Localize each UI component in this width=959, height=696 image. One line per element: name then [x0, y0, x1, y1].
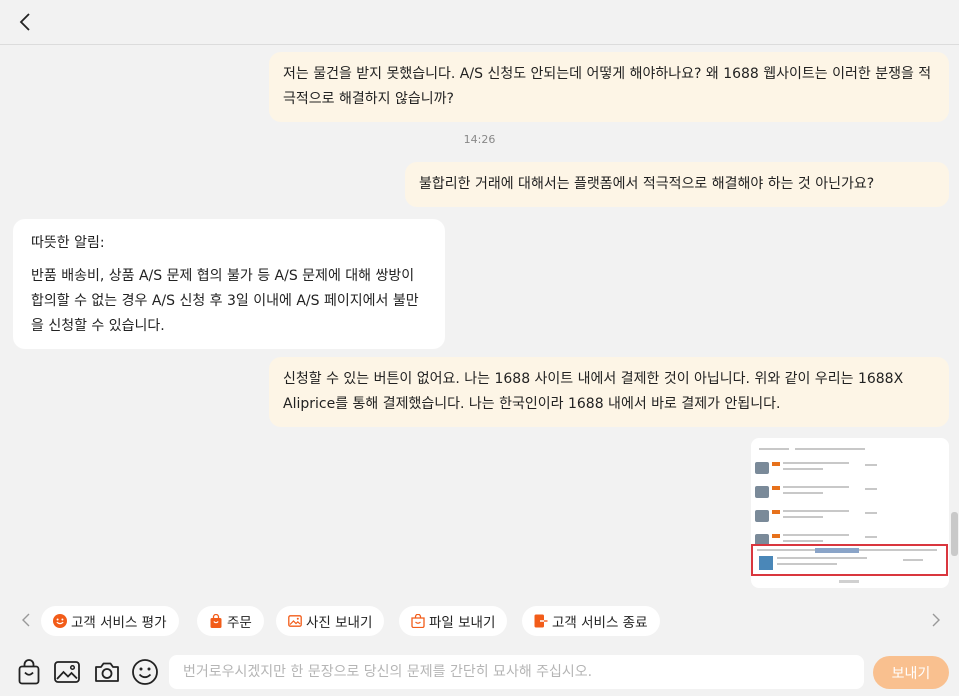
message-bubble-sent: 불합리한 거래에 대해서는 플랫폼에서 적극적으로 해결해야 하는 것 아닌가요… — [405, 162, 949, 207]
shopping-bag-icon — [209, 614, 223, 628]
order-button[interactable]: 주문 — [197, 606, 264, 636]
image-icon — [54, 661, 80, 683]
smile-icon — [53, 614, 67, 628]
message-text: 반품 배송비, 상품 A/S 문제 협의 불가 등 A/S 문제에 대해 쌍방이… — [31, 268, 419, 334]
chip-label: 사진 보내기 — [306, 615, 373, 631]
composer-bar: 보내기 — [0, 648, 959, 696]
message-title: 따뜻한 알림: — [31, 235, 105, 251]
chat-scrollbar[interactable] — [951, 512, 958, 556]
folder-icon — [411, 614, 425, 628]
chip-label: 고객 서비스 종료 — [552, 615, 648, 631]
message-timestamp: 14:26 — [463, 133, 496, 146]
send-button[interactable]: 보내기 — [873, 656, 949, 689]
top-bar — [0, 0, 959, 45]
chevron-left-icon — [19, 13, 30, 31]
back-button[interactable] — [12, 8, 38, 36]
bag-icon — [18, 659, 40, 685]
image-icon — [288, 614, 302, 628]
message-bubble-received: 따뜻한 알림: 반품 배송비, 상품 A/S 문제 협의 불가 등 A/S 문제… — [13, 219, 445, 349]
chevron-right-icon — [932, 613, 940, 627]
send-photo-button[interactable]: 사진 보내기 — [276, 606, 385, 636]
chip-label: 파일 보내기 — [429, 615, 496, 631]
emoji-icon — [132, 659, 158, 685]
message-input[interactable] — [169, 655, 864, 689]
emoji-tool-button[interactable] — [130, 657, 160, 687]
image-message[interactable] — [751, 438, 949, 588]
order-tool-button[interactable] — [14, 657, 44, 687]
message-text: 불합리한 거래에 대해서는 플랫폼에서 적극적으로 해결해야 하는 것 아닌가요… — [419, 176, 875, 192]
quick-actions-prev-button[interactable] — [16, 608, 36, 632]
send-file-button[interactable]: 파일 보내기 — [399, 606, 508, 636]
camera-icon — [95, 662, 119, 682]
end-service-button[interactable]: 고객 서비스 종료 — [522, 606, 660, 636]
chip-label: 주문 — [227, 615, 252, 631]
chevron-left-icon — [22, 613, 30, 627]
image-tool-button[interactable] — [52, 657, 82, 687]
quick-action-bar: 고객 서비스 평가 주문 사진 보내기 파일 보내기 고객 서비스 종료 — [0, 596, 959, 648]
message-bubble-sent: 저는 물건을 받지 못했습니다. A/S 신청도 안되는데 어떻게 해야하나요?… — [269, 52, 949, 122]
camera-tool-button[interactable] — [92, 657, 122, 687]
rate-service-button[interactable]: 고객 서비스 평가 — [41, 606, 179, 636]
chat-history[interactable]: 저는 물건을 받지 못했습니다. A/S 신청도 안되는데 어떻게 해야하나요?… — [0, 46, 959, 596]
exit-icon — [534, 614, 548, 628]
message-text: 신청할 수 있는 버튼이 없어요. 나는 1688 사이트 내에서 결제한 것이… — [283, 371, 904, 412]
highlighted-order-box — [751, 544, 948, 576]
quick-actions-next-button[interactable] — [926, 608, 946, 632]
message-bubble-sent: 신청할 수 있는 버튼이 없어요. 나는 1688 사이트 내에서 결제한 것이… — [269, 357, 949, 427]
chip-label: 고객 서비스 평가 — [71, 615, 167, 631]
message-text: 저는 물건을 받지 못했습니다. A/S 신청도 안되는데 어떻게 해야하나요?… — [283, 66, 932, 107]
